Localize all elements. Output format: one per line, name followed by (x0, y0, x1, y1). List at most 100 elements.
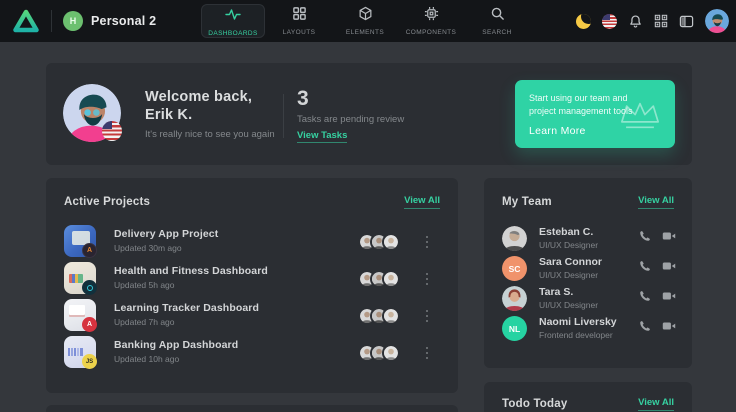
member-name: Tara S. (539, 286, 598, 298)
learn-more-link[interactable]: Learn More (529, 125, 586, 137)
video-call-icon[interactable] (662, 290, 676, 302)
member-avatar (502, 286, 527, 311)
crown-icon (617, 99, 663, 140)
nav-item-dashboards[interactable]: DASHBOARDS (201, 4, 265, 38)
project-name: Learning Tracker Dashboard (114, 302, 259, 314)
todo-today-title: Todo Today (502, 398, 567, 410)
call-phone-icon[interactable] (639, 320, 651, 332)
member-avatar (502, 226, 527, 251)
workspace-avatar: H (63, 11, 83, 31)
video-call-icon[interactable] (662, 260, 676, 272)
search-icon (490, 6, 505, 26)
team-member-row[interactable]: Esteban C. UI/UX Designer (502, 224, 676, 254)
primary-nav: DASHBOARDS LAYOUTS ELEMENTS COMPONENTS (201, 0, 529, 42)
promo-card: Start using our team and project managem… (515, 80, 675, 148)
project-members-avatars (358, 233, 400, 251)
pending-tasks-stat: 3 Tasks are pending review View Tasks (297, 87, 404, 143)
next-section-card (46, 405, 458, 412)
top-nav: H Personal 2 DASHBOARDS LAYOUTS ELEME (0, 0, 736, 42)
package-box-icon (358, 6, 373, 26)
sidebar-toggle-icon[interactable] (679, 14, 694, 29)
my-team-card: My Team View All Esteban C. UI/UX Design… (484, 178, 692, 368)
project-name: Delivery App Project (114, 228, 218, 240)
workspace-name: Personal 2 (91, 14, 156, 28)
my-team-title: My Team (502, 196, 552, 208)
active-projects-card: Active Projects View All A Delivery App … (46, 178, 458, 393)
todo-today-view-all-link[interactable]: View All (638, 397, 674, 411)
welcome-text: Welcome back, Erik K. It's really nice t… (145, 88, 275, 140)
project-updated: Updated 30m ago (114, 243, 218, 253)
project-row[interactable]: JS Banking App Dashboard Updated 10h ago (62, 335, 442, 372)
project-tech-badge-icon (82, 280, 97, 295)
language-flag-icon[interactable] (602, 14, 617, 29)
apps-grid-icon[interactable] (654, 14, 668, 28)
project-list: A Delivery App Project Updated 30m ago H… (46, 224, 458, 372)
call-phone-icon[interactable] (639, 230, 651, 242)
dark-mode-moon-icon[interactable] (576, 14, 591, 29)
project-menu-kebab-icon[interactable] (420, 232, 434, 252)
call-phone-icon[interactable] (639, 260, 651, 272)
activity-icon (225, 6, 241, 27)
workspace-switcher[interactable]: H Personal 2 (63, 11, 156, 31)
project-row[interactable]: A Learning Tracker Dashboard Updated 7h … (62, 298, 442, 335)
project-members-avatars (358, 307, 400, 325)
nav-item-label: SEARCH (482, 29, 512, 36)
member-role: UI/UX Designer (539, 270, 602, 280)
project-updated: Updated 10h ago (114, 354, 238, 364)
team-member-row[interactable]: Tara S. UI/UX Designer (502, 284, 676, 314)
project-tech-badge-icon: JS (82, 354, 97, 369)
project-updated: Updated 5h ago (114, 280, 268, 290)
project-menu-kebab-icon[interactable] (420, 343, 434, 363)
team-member-row[interactable]: NL Naomi Liversky Frontend developer (502, 314, 676, 344)
user-avatar[interactable] (705, 9, 729, 33)
notifications-bell-icon[interactable] (628, 14, 643, 29)
video-call-icon[interactable] (662, 320, 676, 332)
nav-item-layouts[interactable]: LAYOUTS (267, 4, 331, 38)
nav-item-label: COMPONENTS (406, 29, 457, 36)
project-name: Banking App Dashboard (114, 339, 238, 351)
welcome-title: Welcome back, Erik K. (145, 88, 275, 124)
nav-utilities (576, 0, 729, 42)
project-updated: Updated 7h ago (114, 317, 259, 327)
app-root: H Personal 2 DASHBOARDS LAYOUTS ELEME (0, 0, 736, 412)
active-projects-view-all-link[interactable]: View All (404, 195, 440, 209)
nav-item-search[interactable]: SEARCH (465, 4, 529, 38)
member-role: Frontend developer (539, 330, 617, 340)
member-role: UI/UX Designer (539, 240, 598, 250)
cpu-chip-icon (424, 6, 439, 26)
video-call-icon[interactable] (662, 230, 676, 242)
divider (51, 10, 52, 32)
project-menu-kebab-icon[interactable] (420, 306, 434, 326)
active-projects-title: Active Projects (64, 196, 150, 208)
project-row[interactable]: A Delivery App Project Updated 30m ago (62, 224, 442, 261)
my-team-view-all-link[interactable]: View All (638, 195, 674, 209)
nav-item-components[interactable]: COMPONENTS (399, 4, 463, 38)
divider (283, 94, 284, 138)
todo-today-card: Todo Today View All (484, 382, 692, 412)
member-role: UI/UX Designer (539, 300, 598, 310)
project-name: Health and Fitness Dashboard (114, 265, 268, 277)
member-avatar: SC (502, 256, 527, 281)
member-name: Esteban C. (539, 226, 598, 238)
team-list: Esteban C. UI/UX Designer SC Sara Connor… (484, 224, 692, 344)
view-tasks-link[interactable]: View Tasks (297, 130, 347, 143)
project-tech-badge-icon: A (82, 243, 97, 258)
member-name: Sara Connor (539, 256, 602, 268)
call-phone-icon[interactable] (639, 290, 651, 302)
welcome-card: Welcome back, Erik K. It's really nice t… (46, 63, 692, 165)
member-name: Naomi Liversky (539, 316, 617, 328)
grid-layout-icon (292, 6, 307, 26)
welcome-subtitle: It's really nice to see you again (145, 129, 275, 140)
nav-item-label: LAYOUTS (283, 29, 316, 36)
nav-item-label: DASHBOARDS (208, 30, 258, 37)
pending-tasks-label: Tasks are pending review (297, 114, 404, 125)
project-menu-kebab-icon[interactable] (420, 269, 434, 289)
app-logo-icon[interactable] (13, 9, 39, 33)
nav-item-elements[interactable]: ELEMENTS (333, 4, 397, 38)
project-tech-badge-icon: A (82, 317, 97, 332)
project-row[interactable]: Health and Fitness Dashboard Updated 5h … (62, 261, 442, 298)
welcome-flag-badge (102, 121, 122, 141)
project-members-avatars (358, 270, 400, 288)
team-member-row[interactable]: SC Sara Connor UI/UX Designer (502, 254, 676, 284)
pending-tasks-count: 3 (297, 87, 404, 111)
